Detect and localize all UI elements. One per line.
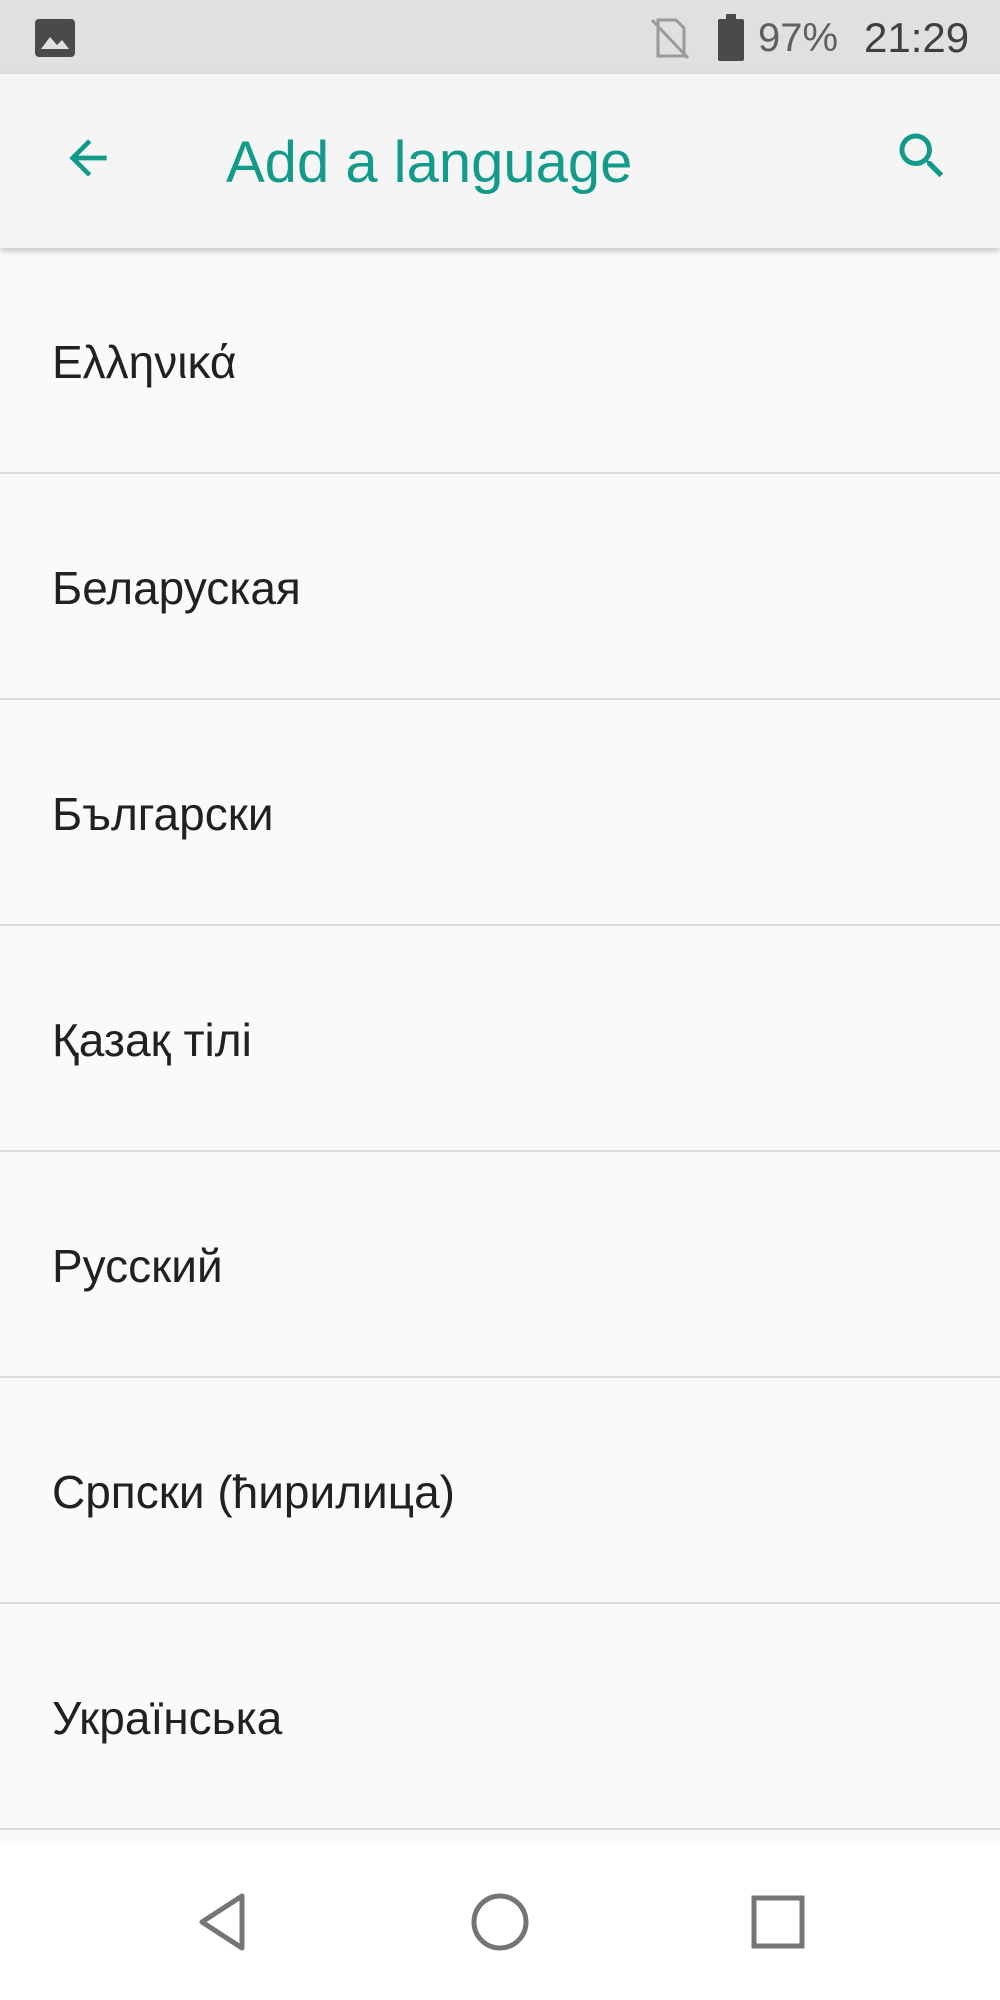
nav-back-icon (199, 1893, 245, 1951)
language-item-belarusian[interactable]: Беларуская (0, 474, 1000, 700)
language-item-serbian-cyrillic[interactable]: Српски (ћирилица) (0, 1378, 1000, 1604)
language-label: Русский (52, 1240, 223, 1292)
nav-home-button[interactable] (452, 1874, 548, 1970)
battery-percent: 97% (758, 16, 839, 60)
language-label: Български (52, 788, 274, 840)
language-item-russian[interactable]: Русский (0, 1152, 1000, 1378)
back-button[interactable] (48, 118, 128, 198)
no-sim-icon (650, 18, 690, 60)
language-list: Ελληνικά Беларуская Български Қазақ тілі… (0, 248, 1000, 1830)
language-label: Ελληνικά (52, 336, 237, 388)
search-icon (899, 133, 944, 178)
nav-recents-icon (751, 1895, 805, 1949)
language-item-ukrainian[interactable]: Українська (0, 1604, 1000, 1830)
nav-recents-button[interactable] (730, 1874, 826, 1970)
nav-back-button[interactable] (174, 1874, 270, 1970)
nav-home-icon (471, 1893, 529, 1951)
status-bar: 97% 21:29 (0, 0, 1000, 74)
language-item-kazakh[interactable]: Қазақ тілі (0, 926, 1000, 1152)
language-label: Қазақ тілі (52, 1014, 252, 1066)
gallery-icon (35, 19, 75, 57)
language-label: Српски (ћирилица) (52, 1466, 455, 1518)
app-bar: Add a language (0, 74, 1000, 248)
navigation-bar (0, 1844, 1000, 2000)
battery-icon (718, 14, 744, 61)
back-arrow-icon (69, 139, 107, 177)
language-item-greek[interactable]: Ελληνικά (0, 248, 1000, 474)
page-title: Add a language (226, 130, 633, 195)
language-label: Беларуская (52, 562, 301, 614)
language-item-bulgarian[interactable]: Български (0, 700, 1000, 926)
status-time: 21:29 (864, 14, 970, 61)
language-label: Українська (52, 1692, 283, 1744)
search-button[interactable] (882, 116, 962, 196)
